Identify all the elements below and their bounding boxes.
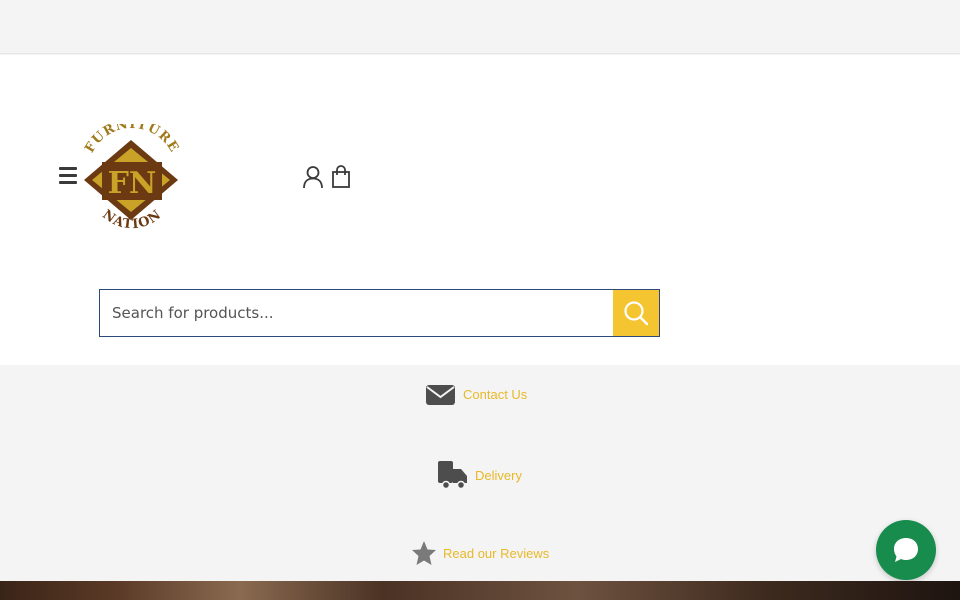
envelope-icon bbox=[426, 385, 455, 405]
read-reviews-label: Read our Reviews bbox=[443, 545, 550, 561]
delivery-link[interactable]: Delivery bbox=[437, 459, 522, 491]
chat-bubble-icon bbox=[894, 538, 918, 562]
chat-widget-button[interactable] bbox=[876, 520, 936, 580]
truck-icon bbox=[438, 461, 467, 490]
shopping-bag-icon[interactable] bbox=[331, 165, 351, 189]
search-bar bbox=[99, 289, 660, 337]
search-button[interactable] bbox=[613, 289, 660, 337]
hamburger-menu-icon[interactable] bbox=[59, 167, 79, 187]
search-icon bbox=[624, 301, 649, 326]
furniture-nation-logo[interactable]: FN FURNITURE NATION bbox=[80, 117, 182, 236]
hero-image bbox=[0, 581, 960, 600]
read-reviews-link[interactable]: Read our Reviews bbox=[411, 540, 549, 566]
star-icon bbox=[412, 541, 436, 565]
search-input[interactable] bbox=[99, 289, 613, 337]
contact-us-label: Contact Us bbox=[463, 386, 528, 402]
svg-text:FN: FN bbox=[108, 166, 157, 201]
user-icon[interactable] bbox=[302, 165, 324, 189]
contact-us-link[interactable]: Contact Us bbox=[425, 381, 527, 407]
top-bar bbox=[0, 0, 960, 54]
delivery-label: Delivery bbox=[475, 467, 522, 483]
